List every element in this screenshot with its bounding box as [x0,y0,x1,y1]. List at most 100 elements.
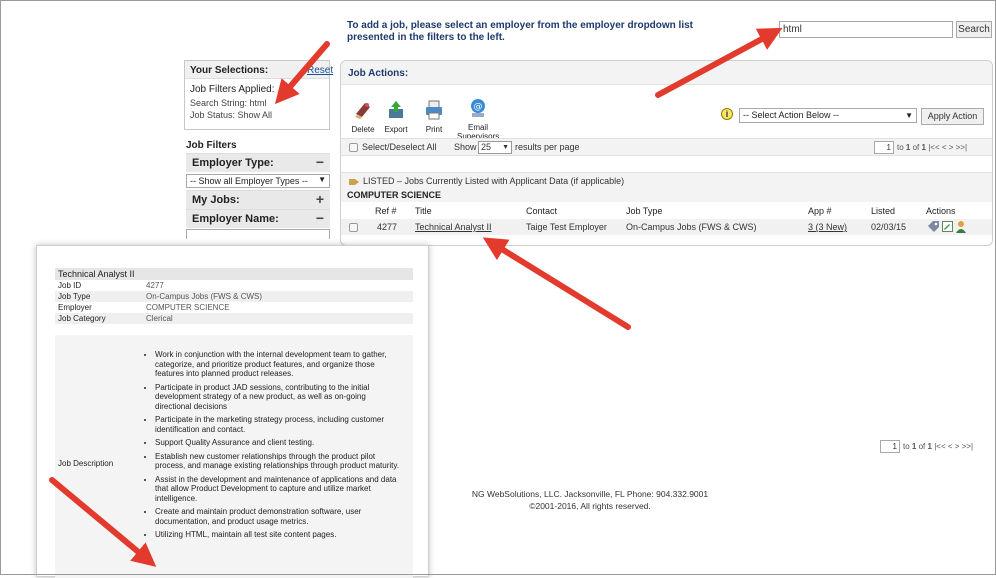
listing-section: LISTED – Jobs Currently Listed with Appl… [341,172,992,202]
employer-type-label: Employer Type: [192,157,274,169]
description-bullet: Participate in the marketing strategy pr… [155,415,399,434]
footer-copyright: ©2001-2016, All rights reserved. [529,501,651,511]
results-toolbar: Select/Deselect All Show 25 ▼ results pe… [341,138,992,156]
job-actions-header: Job Actions: [341,61,992,85]
arrow-to-job-title [482,237,631,330]
add-job-notice: To add a job, please select an employer … [347,20,767,44]
per-page-suffix: results per page [515,142,580,152]
notice-line-1: To add a job, please select an employer … [347,20,694,31]
description-bullet: Support Quality Assurance and client tes… [155,438,399,448]
print-button[interactable]: Print [419,99,449,134]
delete-button[interactable]: Delete [347,99,379,134]
job-description-list: Work in conjunction with the internal de… [147,350,399,544]
select-all-label: Select/Deselect All [362,142,437,152]
col-app: App # [808,206,832,216]
dropdown-arrow-icon: ▼ [318,175,326,184]
tag-icon [349,179,359,185]
footer: NG WebSolutions, LLC. Jacksonville, FL P… [430,488,750,512]
job-description-label: Job Description [58,459,114,468]
detail-row: Job Type On-Campus Jobs (FWS & CWS) [55,291,413,302]
pager-to: to [897,143,904,152]
edit-icon[interactable] [942,221,953,232]
pager-start: 1 [911,442,917,451]
cell-ref: 4277 [377,222,398,232]
employer-type-select[interactable]: -- Show all Employer Types -- ▼ [186,174,330,188]
my-jobs-label: My Jobs: [192,194,240,206]
employer-name-input[interactable] [186,229,330,239]
detail-row: Job ID 4277 [55,280,413,291]
dropdown-arrow-icon: ▼ [502,144,509,151]
listing-section-title: LISTED – Jobs Currently Listed with Appl… [363,176,625,186]
job-status-value: Job Status: Show All [190,110,273,120]
search-input[interactable] [779,21,953,38]
filters-applied-label: Job Filters Applied: [190,84,275,95]
dropdown-arrow-icon: ▼ [905,111,913,120]
selections-box: Your Selections: Reset Job Filters Appli… [184,60,333,130]
export-button[interactable]: Export [381,99,411,134]
employer-name-filter-header[interactable]: Employer Name: − [186,209,330,228]
job-details-table: Technical Analyst II Job ID 4277 Job Typ… [55,268,413,338]
page-number-input[interactable]: 1 [874,141,894,154]
show-label: Show [454,142,477,152]
pager-summary: to 1 of 1 |<< < > >>| [897,143,967,152]
print-icon [426,100,442,120]
row-checkbox[interactable] [349,223,358,232]
email-label: Email [467,123,488,132]
detail-value: Clerical [146,314,173,323]
description-bullet: Utilizing HTML, maintain all test site c… [155,530,399,540]
col-job-type: Job Type [626,206,663,216]
person-icon[interactable] [955,220,967,233]
detail-value: COMPUTER SCIENCE [146,303,230,312]
table-row: 4277 Technical Analyst II Taige Test Emp… [341,219,992,235]
applicants-link[interactable]: 3 (3 New) [808,222,847,232]
pager-of: of [912,143,920,152]
detail-row: Job Category Clerical [55,313,413,324]
apply-action-button[interactable]: Apply Action [921,108,984,125]
detail-key: Employer [58,303,92,312]
job-details-tooltip: Technical Analyst II Job ID 4277 Job Typ… [36,245,429,578]
job-filters-title: Job Filters [186,140,237,151]
pager-nav[interactable]: |<< < > >>| [934,442,973,451]
pager-nav[interactable]: |<< < > >>| [928,143,967,152]
action-select[interactable]: -- Select Action Below -- ▼ [739,108,917,123]
col-contact: Contact [526,206,558,216]
job-actions-title: Job Actions: [348,68,409,79]
collapse-icon[interactable]: − [316,154,324,170]
select-all-checkbox[interactable] [349,143,358,152]
detail-key: Job ID [58,281,82,290]
bottom-page-number-input[interactable]: 1 [880,440,900,453]
export-icon [389,101,403,118]
search-button[interactable]: Search [956,21,992,38]
detail-key: Job Type [58,292,91,301]
notice-line-2: presented in the filters to the left. [347,32,505,43]
employer-type-filter-header[interactable]: Employer Type: − [186,153,330,172]
detail-value: 4277 [146,281,164,290]
description-bullet: Create and maintain product demonstratio… [155,507,399,526]
email-supervisors-button[interactable]: @ Email Supervisors [457,97,499,141]
per-page-select[interactable]: 25 ▼ [478,141,512,154]
col-listed: Listed [871,206,896,216]
delete-label: Delete [351,125,375,134]
description-bullet: Assist in the development and maintenanc… [155,475,399,504]
print-label: Print [425,125,443,134]
selections-header: Your Selections: Reset [185,61,333,79]
employer-group-title: COMPUTER SCIENCE [347,190,442,200]
selections-title: Your Selections: [190,65,269,76]
col-ref: Ref # [375,206,397,216]
email-icon: @ [471,99,485,117]
tag-edit-icon[interactable] [927,220,940,233]
info-icon[interactable]: i [721,108,733,120]
pager-total: 1 [927,442,932,451]
job-actions-panel: Job Actions: Delete Export Print @ Email… [340,60,993,246]
per-page-value: 25 [481,142,492,152]
employer-name-label: Employer Name: [192,213,279,225]
description-bullet: Establish new customer relationships thr… [155,452,399,471]
pager-total: 1 [921,143,926,152]
my-jobs-filter-header[interactable]: My Jobs: + [186,190,330,209]
bottom-pager-summary: to 1 of 1 |<< < > >>| [903,442,973,451]
expand-icon[interactable]: + [316,191,324,207]
job-title-link[interactable]: Technical Analyst II [415,222,492,232]
collapse-icon[interactable]: − [316,210,324,226]
reset-link[interactable]: Reset [307,65,333,76]
cell-contact: Taige Test Employer [526,222,607,232]
